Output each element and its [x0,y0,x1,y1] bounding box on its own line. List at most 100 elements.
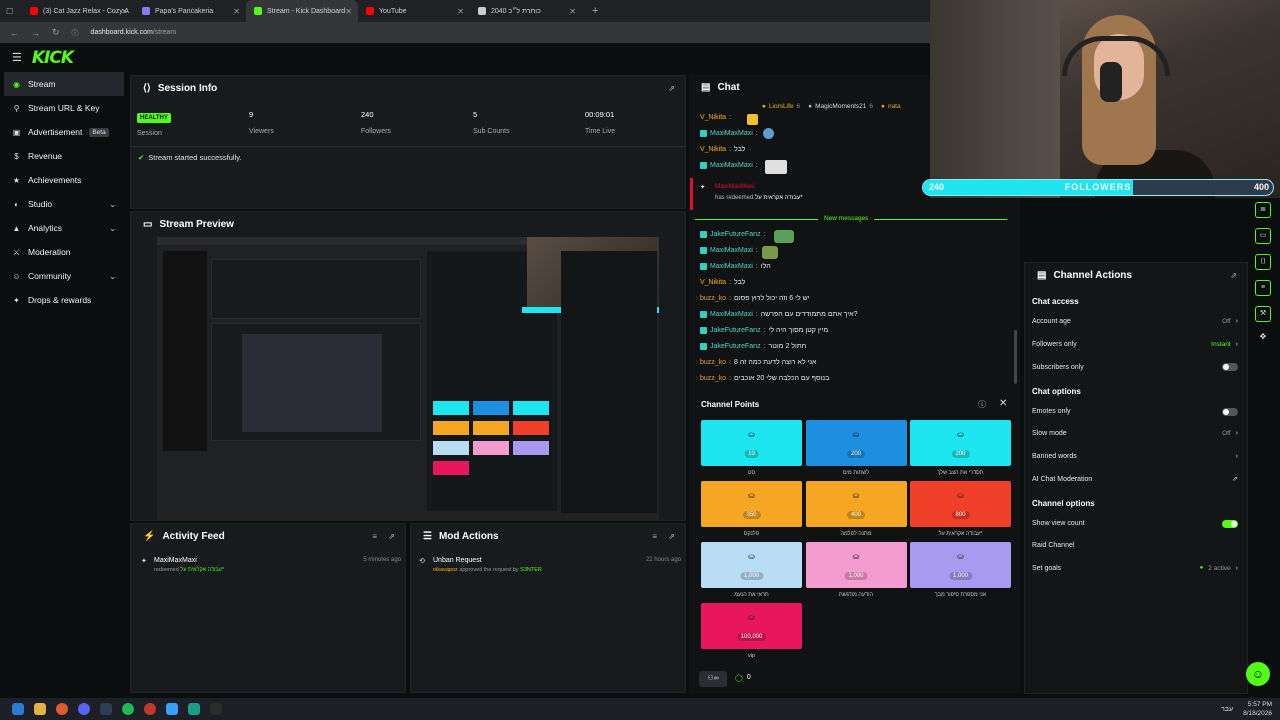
action-control[interactable]: › [1236,453,1238,460]
app-icon[interactable] [166,703,178,715]
action-control[interactable]: Off › [1222,430,1238,437]
popout-icon[interactable]: ⇗ [668,84,675,93]
top-chatter[interactable]: ● nata [881,103,904,110]
popout-icon[interactable]: ⇗ [668,532,675,541]
sidebar-item-drops-rewards[interactable]: ✦ Drops & rewards [0,288,128,312]
action-row-emotes-only[interactable]: Emotes only [1032,407,1238,416]
chat-username[interactable]: MaxiMaxMaxi [710,311,753,318]
tool-stack-icon[interactable]: ≡ [1255,280,1271,296]
action-control[interactable]: Off › [1222,318,1238,325]
browser-tab[interactable]: 2040 כותרת ל״כ ✕ [470,0,582,22]
chat-username[interactable]: MaxiMaxMaxi [710,130,753,137]
filter-icon[interactable]: ≡ [372,532,377,541]
action-control[interactable]: Instant › [1211,341,1238,348]
obs-icon[interactable] [144,703,156,715]
tool-code-icon[interactable]: ⟨⟩ [1255,254,1271,270]
chat-username[interactable]: V_Nikita [700,279,726,286]
sidebar-item-advertisement[interactable]: ▣ Advertisement Beta [0,120,128,144]
action-control[interactable] [1222,363,1238,371]
sidebar-item-revenue[interactable]: $ Revenue [0,144,128,168]
action-row-banned-words[interactable]: Banned words › [1032,453,1238,460]
action-control[interactable] [1222,519,1238,528]
reward-card[interactable]: ⛀ 200 [805,420,907,466]
site-info-icon[interactable]: ⓘ [72,28,79,38]
chat-username[interactable]: buzz_ko [700,375,726,382]
popout-icon[interactable]: ⇗ [388,532,395,541]
start-icon[interactable] [12,703,24,715]
sidebar-item-stream[interactable]: ◉ Stream [4,72,124,96]
help-chat-button[interactable]: ☺ [1246,662,1270,686]
reward-card[interactable]: ⛀ 200 [910,420,1011,466]
discord-icon[interactable] [78,703,90,715]
popout-icon[interactable]: ⇗ [1230,271,1237,280]
tab-search-icon[interactable]: ☐ [6,7,16,16]
action-row-raid-channel[interactable]: Raid Channel [1032,542,1238,549]
sidebar-item-achievements[interactable]: ★ Achievements [0,168,128,192]
tray-time[interactable]: 5:57 PM [1243,700,1272,709]
tab-close-icon[interactable]: ✕ [121,7,128,16]
chat-username[interactable]: V_Nikita [700,146,726,153]
top-chatter[interactable]: ● MagicMoments21 6 [808,103,873,110]
action-row-show-view-count[interactable]: Show view count [1032,519,1238,528]
action-row-ai-chat-moderation[interactable]: AI Chat Moderation ⇗ [1032,475,1238,484]
browser-tab[interactable]: Stream - Kick Dashboard ✕ [246,0,358,22]
action-row-subscribers-only[interactable]: Subscribers only [1032,363,1238,371]
tool-chat-icon[interactable]: ▭ [1255,228,1271,244]
points-toggle-button[interactable]: ⚇∞ [699,671,727,687]
browser-tab[interactable]: Papa's Pancakeria ✕ [134,0,246,22]
action-row-account-age[interactable]: Account age Off › [1032,318,1238,325]
toggle-switch[interactable] [1222,519,1238,528]
tray-language[interactable]: עבר [1221,705,1233,714]
chat-username[interactable]: buzz_ko [700,359,726,366]
filter-icon[interactable]: ≡ [652,532,657,541]
reward-card[interactable]: ⛀ 100,000 [701,603,802,649]
reload-icon[interactable]: ↻ [52,27,60,38]
toggle-switch[interactable] [1222,363,1238,371]
chat-username[interactable]: MaxiMaxMaxi [710,162,753,169]
reward-card[interactable]: ⛀ 400 [805,481,907,527]
chat-username[interactable]: MaxiMaxMaxi [710,247,753,254]
action-control[interactable]: ● 2 active › [1200,565,1238,572]
sidebar-item-moderation[interactable]: ⚔ Moderation [0,240,128,264]
action-control[interactable] [1222,407,1238,416]
reward-card[interactable]: ⛀ 1,000 [805,542,907,588]
steam-icon[interactable] [100,703,112,715]
top-chatter[interactable]: ● LiorsLife 6 [762,103,800,110]
tool-list-icon[interactable]: ≣ [1255,202,1271,218]
chat-username[interactable]: JakeFutureFanz [710,343,761,350]
tool-hammer-icon[interactable]: ⚒ [1255,306,1271,322]
hamburger-menu-icon[interactable]: ☰ [12,51,22,64]
tab-close-icon[interactable]: ✕ [457,7,464,16]
stream-preview-video[interactable] [157,237,659,520]
chat-username[interactable]: JakeFutureFanz [710,327,761,334]
browser-tab[interactable]: (3) Cat Jazz Relax - Cozy A ✕ [22,0,134,22]
spotify-icon[interactable] [122,703,134,715]
reward-card[interactable]: ⛀ 800 [910,481,1011,527]
url-field[interactable]: dashboard.kick.com/stream [91,29,177,36]
sidebar-item-analytics[interactable]: ▲ Analytics ⌄ [0,216,128,240]
redeem-user[interactable]: MaxiMaxMaxi [715,183,755,190]
chat-username[interactable]: V_Nikita [700,114,726,121]
file-explorer-icon[interactable] [34,703,46,715]
action-row-set-goals[interactable]: Set goals ● 2 active › [1032,565,1238,572]
close-icon[interactable]: ✕ [999,398,1007,409]
reward-card[interactable]: ⛀ 10 [701,420,802,466]
action-control[interactable]: ⇗ [1232,475,1238,483]
firefox-icon[interactable] [56,703,68,715]
tool-puzzle-icon[interactable]: ✥ [1255,332,1271,348]
chat-scrollbar[interactable] [1014,330,1017,384]
reward-card[interactable]: ⛀ 350 [701,481,802,527]
tab-close-icon[interactable]: ✕ [569,7,576,16]
chat-username[interactable]: buzz_ko [700,295,726,302]
forward-icon[interactable]: → [31,28,40,38]
sidebar-item-studio[interactable]: ◐ Studio ⌄ [0,192,128,216]
tab-close-icon[interactable]: ✕ [233,7,240,16]
action-row-followers-only[interactable]: Followers only Instant › [1032,341,1238,348]
reward-card[interactable]: ⛀ 1,000 [910,542,1011,588]
sidebar-item-community[interactable]: ☺ Community ⌄ [0,264,128,288]
info-icon[interactable]: ⓘ [978,399,986,410]
terminal-icon[interactable] [188,703,200,715]
kick-logo[interactable]: KICK [32,48,74,68]
new-tab-button[interactable]: + [592,5,598,17]
chat-username[interactable]: MaxiMaxMaxi [710,263,753,270]
